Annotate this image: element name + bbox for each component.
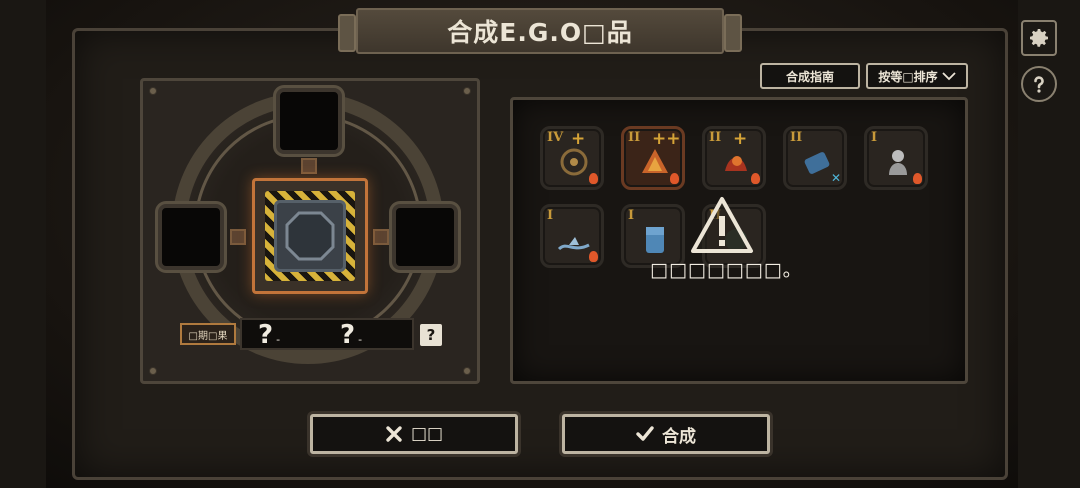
gear-icon <box>1030 29 1048 47</box>
item-tier-label: II <box>790 130 803 145</box>
ego-item-slot[interactable]: I <box>864 126 928 190</box>
title-plate: 合成E.G.O□品 <box>338 8 742 54</box>
close-icon <box>386 426 402 442</box>
item-upgrade-plus: ++ <box>652 129 681 149</box>
ego-item-icon <box>889 150 907 175</box>
material-slot-left[interactable] <box>158 204 224 270</box>
empty-notice-text: □□□□□□□。 <box>650 259 803 281</box>
result-value-1: ? - <box>258 320 281 350</box>
ego-item-icon <box>646 227 664 253</box>
expected-result-bar: ? - ? - <box>240 318 414 350</box>
help-button[interactable] <box>1021 66 1057 102</box>
octagon-icon <box>285 211 335 261</box>
material-slot-top[interactable] <box>276 88 342 154</box>
warning-icon <box>691 197 753 253</box>
material-slot-right[interactable] <box>392 204 458 270</box>
question-icon <box>1034 76 1044 93</box>
item-tier-label: II <box>628 130 641 145</box>
ego-item-slot[interactable]: I <box>540 204 604 268</box>
item-upgrade-plus: + <box>733 129 748 149</box>
ego-item-icon <box>557 237 590 251</box>
rivet <box>463 87 471 95</box>
result-core <box>274 200 346 272</box>
checkmark-icon <box>636 426 654 441</box>
fire-badge-icon <box>589 173 598 184</box>
synthesize-button[interactable]: 合成 <box>562 414 770 454</box>
settings-button[interactable] <box>1021 20 1057 56</box>
item-upgrade-plus: + <box>571 129 586 149</box>
fire-badge-icon <box>589 251 598 262</box>
cancel-button[interactable]: □□ <box>310 414 518 454</box>
ego-item-slot[interactable]: II ++ <box>621 126 685 190</box>
chevron-down-icon <box>942 72 956 81</box>
expected-result-label: □期□果 <box>180 323 236 345</box>
item-tier-label: I <box>628 208 635 223</box>
ego-item-slot[interactable]: IV + <box>540 126 604 190</box>
slot-connector-left <box>230 229 246 245</box>
fire-badge-icon <box>670 173 679 184</box>
cross-badge-icon: ✕ <box>830 171 841 185</box>
synthesis-guide-button[interactable]: 合成指南 <box>760 63 860 89</box>
rivet <box>463 367 471 375</box>
page-title: 合成E.G.O□品 <box>447 18 633 47</box>
slot-connector-top <box>301 158 317 174</box>
ego-item-slot[interactable]: II ✕ <box>783 126 847 190</box>
item-tier-label: I <box>871 130 878 145</box>
slot-connector-right <box>373 229 389 245</box>
item-tier-label: II <box>709 130 722 145</box>
rivet <box>149 87 157 95</box>
left-edge-strip <box>0 0 46 488</box>
fire-badge-icon <box>913 173 922 184</box>
sort-label: 按等□排序 <box>878 69 938 84</box>
result-value-2: ? - <box>340 320 363 350</box>
ego-item-slot[interactable]: II + <box>702 126 766 190</box>
item-tier-label: I <box>547 208 554 223</box>
result-help-button[interactable]: ? <box>420 324 442 346</box>
rivet <box>149 367 157 375</box>
result-slot[interactable] <box>252 178 368 294</box>
synthesize-label: 合成 <box>662 426 696 447</box>
sort-dropdown[interactable]: 按等□排序 <box>866 63 968 89</box>
cancel-label: □□ <box>410 424 444 444</box>
item-tier-label: IV <box>547 130 564 145</box>
fire-badge-icon <box>751 173 760 184</box>
